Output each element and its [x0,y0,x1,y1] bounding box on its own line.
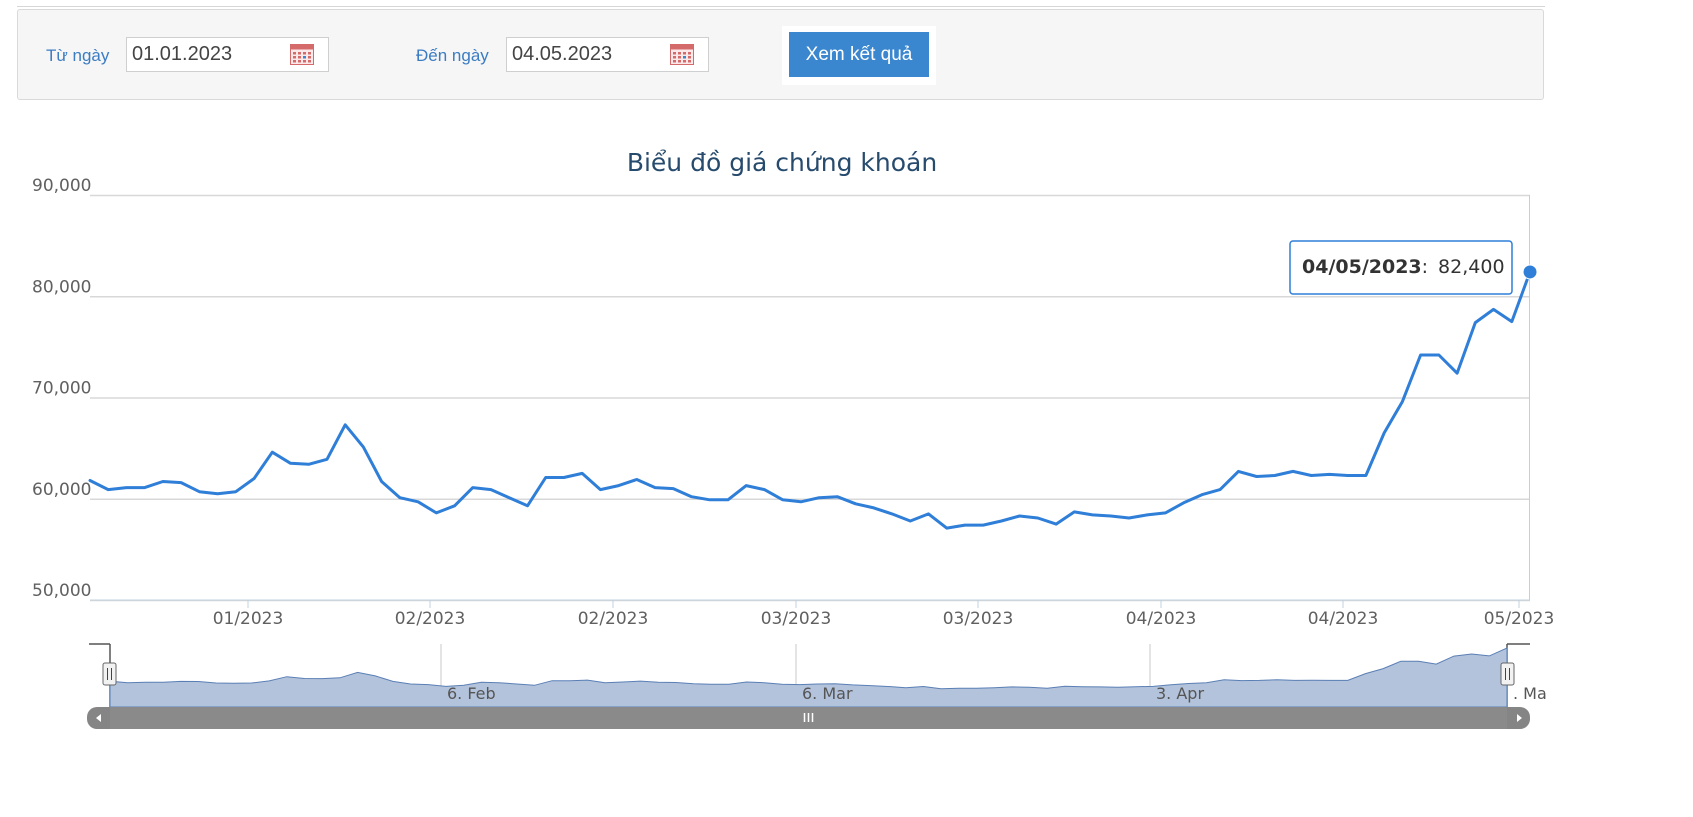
scrollbar [87,707,1530,729]
from-date-label: Từ ngày [46,46,110,65]
svg-text:04/05/2023:82,400: 04/05/2023: 82,400 [1302,256,1505,278]
submit-button-frame: Xem kết quả [782,26,936,85]
navigator-label-mar: 6. Mar [802,684,853,703]
tooltip-separator: : [1422,256,1428,278]
y-tick-label: 70,000 [32,379,91,399]
tooltip-date: 04/05/2023 [1302,256,1422,278]
y-axis-labels: 50,000 60,000 70,000 80,000 90,000 [32,176,91,601]
y-tick-label: 90,000 [32,176,91,196]
navigator: 6. Feb 6. Mar 3. Apr . Ma [89,643,1547,708]
x-tick-label: 05/2023 [1484,609,1555,629]
price-series-line[interactable] [88,270,1532,530]
calendar-icon[interactable] [670,43,694,65]
top-divider [17,0,1545,7]
navigator-label-apr: 3. Apr [1156,684,1204,703]
y-tick-label: 50,000 [32,581,91,601]
x-tick-label: 04/2023 [1126,609,1197,629]
x-tick-label: 03/2023 [943,609,1014,629]
x-axis-ticks: 01/2023 02/2023 02/2023 03/2023 03/2023 04/20… [213,600,1555,629]
to-date-label: Đến ngày [416,46,489,65]
x-tick-label: 02/2023 [578,609,649,629]
from-date-field [126,37,329,72]
view-results-button[interactable]: Xem kết quả [789,32,929,77]
to-date-field [506,37,709,72]
navigator-handle-left[interactable] [102,662,117,686]
y-tick-label: 60,000 [32,480,91,500]
from-date-input[interactable] [132,42,282,67]
y-tick-label: 80,000 [32,277,91,297]
to-date-input[interactable] [512,42,662,67]
calendar-icon[interactable] [290,43,314,65]
x-tick-label: 03/2023 [761,609,832,629]
navigator-label-feb: 6. Feb [447,684,496,703]
tooltip: 04/05/2023: 82,400 [1289,240,1513,295]
tooltip-value: 82,400 [1438,256,1504,278]
x-tick-label: 01/2023 [213,609,284,629]
stock-price-chart: Biểu đồ giá chứng khoán 50,000 60,000 70,0… [32,148,1555,729]
hover-point-marker[interactable] [1522,264,1538,280]
navigator-label-may: . Ma [1513,684,1547,703]
date-filter-panel: Từ ngày Đến ngày Xem kết quả [17,9,1544,100]
chart-title: Biểu đồ giá chứng khoán [627,148,937,177]
x-tick-label: 04/2023 [1308,609,1379,629]
navigator-handle-right[interactable] [1500,662,1515,686]
x-tick-label: 02/2023 [395,609,466,629]
